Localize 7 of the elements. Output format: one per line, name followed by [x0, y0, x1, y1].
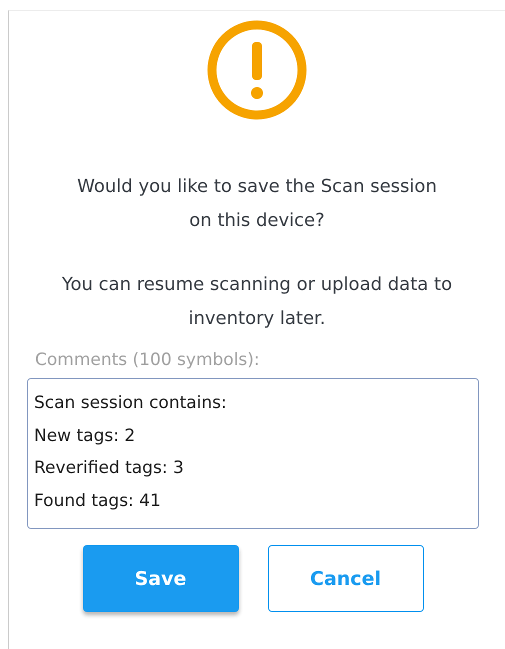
- save-button[interactable]: Save: [82, 545, 238, 612]
- dialog-note: You can resume scanning or upload data to inventory later.: [60, 273, 454, 331]
- comments-label: Comments (100 symbols):: [35, 350, 260, 370]
- warning-icon: [207, 20, 307, 120]
- dialog-message: Would you like to save the Scan session on this device?: [76, 175, 438, 233]
- comments-field[interactable]: Scan session contains: New tags: 2 Reverified tags: 3 Found tags: 41: [27, 378, 479, 529]
- cancel-button[interactable]: Cancel: [268, 545, 424, 612]
